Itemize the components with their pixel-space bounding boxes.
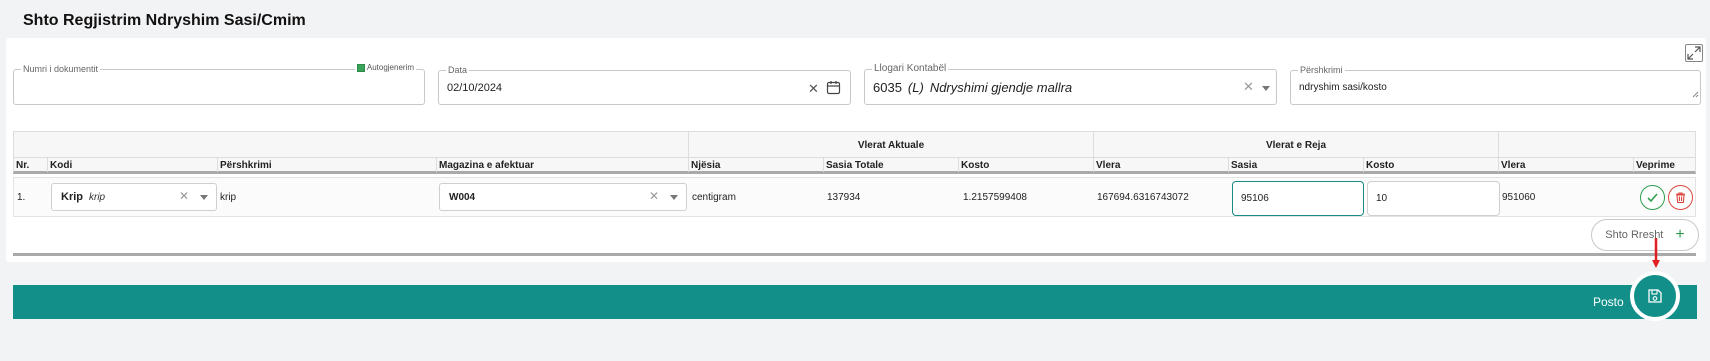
account-code: 6035 <box>873 79 902 95</box>
col-new-cost: Kosto <box>1364 158 1499 172</box>
col-warehouse: Magazina e afektuar <box>437 158 689 172</box>
autogen-checkbox[interactable]: Autogjenerim <box>354 63 416 72</box>
doc-number-label: Numri i dokumentit <box>21 64 101 74</box>
expand-icon[interactable] <box>1685 44 1703 62</box>
table-group-header: Vlerat Aktuale Vlerat e Reja <box>13 131 1696 158</box>
red-arrow-icon <box>1652 238 1660 268</box>
description-value: ndryshim sasi/kosto <box>1299 82 1387 93</box>
code-select[interactable]: Krip krip ✕ <box>51 183 217 211</box>
confirm-row-button[interactable] <box>1640 185 1665 210</box>
col-cost: Kosto <box>959 158 1094 172</box>
resize-handle-icon[interactable] <box>1691 85 1699 103</box>
account-name: Ndryshimi gjendje mallra <box>929 79 1073 95</box>
row-unit: centigram <box>692 191 736 203</box>
warehouse-select[interactable]: W004 ✕ <box>439 183 687 211</box>
chevron-down-icon[interactable] <box>1262 86 1270 91</box>
code-desc: krip <box>89 191 106 203</box>
row-desc: krip <box>220 191 237 203</box>
col-new-value: Vlera <box>1499 158 1634 172</box>
clear-date-icon[interactable]: ✕ <box>808 82 819 95</box>
save-button[interactable] <box>1630 271 1680 321</box>
row-total-qty: 137934 <box>827 191 861 203</box>
col-actions: Veprime <box>1636 159 1675 171</box>
clear-warehouse-icon[interactable]: ✕ <box>649 190 659 202</box>
clear-code-icon[interactable]: ✕ <box>179 190 189 202</box>
row-cost: 1.2157599408 <box>963 191 1027 203</box>
autogen-label: Autogjenerim <box>366 63 414 72</box>
account-type: (L) <box>907 79 924 95</box>
plus-icon: + <box>1675 226 1685 243</box>
date-field[interactable]: Data 02/10/2024 ✕ <box>438 65 851 105</box>
account-value: 6035 (L) Ndryshimi gjendje mallra <box>873 70 1072 104</box>
col-code: Kodi <box>48 158 218 172</box>
col-value: Vlera <box>1094 158 1229 172</box>
date-value: 02/10/2024 <box>447 81 503 94</box>
checkbox-icon <box>356 63 365 72</box>
chevron-down-icon[interactable] <box>670 195 678 200</box>
account-field[interactable]: Llogari Kontabël 6035 (L) Ndryshimi gjen… <box>864 64 1277 105</box>
chevron-down-icon[interactable] <box>200 195 208 200</box>
col-total-qty: Sasia Totale <box>824 158 959 172</box>
description-field[interactable]: Përshkrimi ndryshim sasi/kosto <box>1290 65 1701 105</box>
new-qty-input[interactable]: 95106 <box>1232 181 1364 216</box>
row-value: 167694.6316743072 <box>1097 191 1189 203</box>
col-unit: Njësia <box>689 158 824 172</box>
table-header: Nr. Kodi Përshkrimi Magazina e afektuar … <box>13 157 1696 174</box>
row-new-value: 951060 <box>1502 191 1536 203</box>
row-nr: 1. <box>17 191 26 203</box>
post-bar[interactable]: Posto <box>13 285 1697 319</box>
group-blank <box>14 132 689 158</box>
check-icon <box>1647 193 1658 203</box>
post-label: Posto <box>1593 295 1624 309</box>
trash-icon <box>1676 192 1685 204</box>
group-new-values: Vlerat e Reja <box>1094 132 1499 158</box>
save-icon <box>1648 289 1662 303</box>
col-new-qty: Sasia <box>1229 158 1364 172</box>
group-current-values: Vlerat Aktuale <box>689 132 1094 158</box>
table-bottom-divider <box>13 253 1696 256</box>
doc-number-field[interactable]: Numri i dokumentit Autogjenerim <box>13 63 425 105</box>
col-nr: Nr. <box>14 158 48 172</box>
page-title: Shto Regjistrim Ndryshim Sasi/Cmim <box>23 12 306 29</box>
table-row: 1. Krip krip ✕ krip W004 ✕ centigram 137… <box>13 177 1696 217</box>
delete-row-button[interactable] <box>1668 185 1693 210</box>
warehouse-value: W004 <box>449 191 476 203</box>
add-row-button[interactable]: Shto Rresht + <box>1591 219 1699 251</box>
col-desc: Përshkrimi <box>218 158 437 172</box>
calendar-icon[interactable] <box>826 80 841 100</box>
new-cost-input[interactable]: 10 <box>1367 181 1500 216</box>
clear-account-icon[interactable]: ✕ <box>1243 80 1254 93</box>
code-value: Krip <box>61 191 83 203</box>
